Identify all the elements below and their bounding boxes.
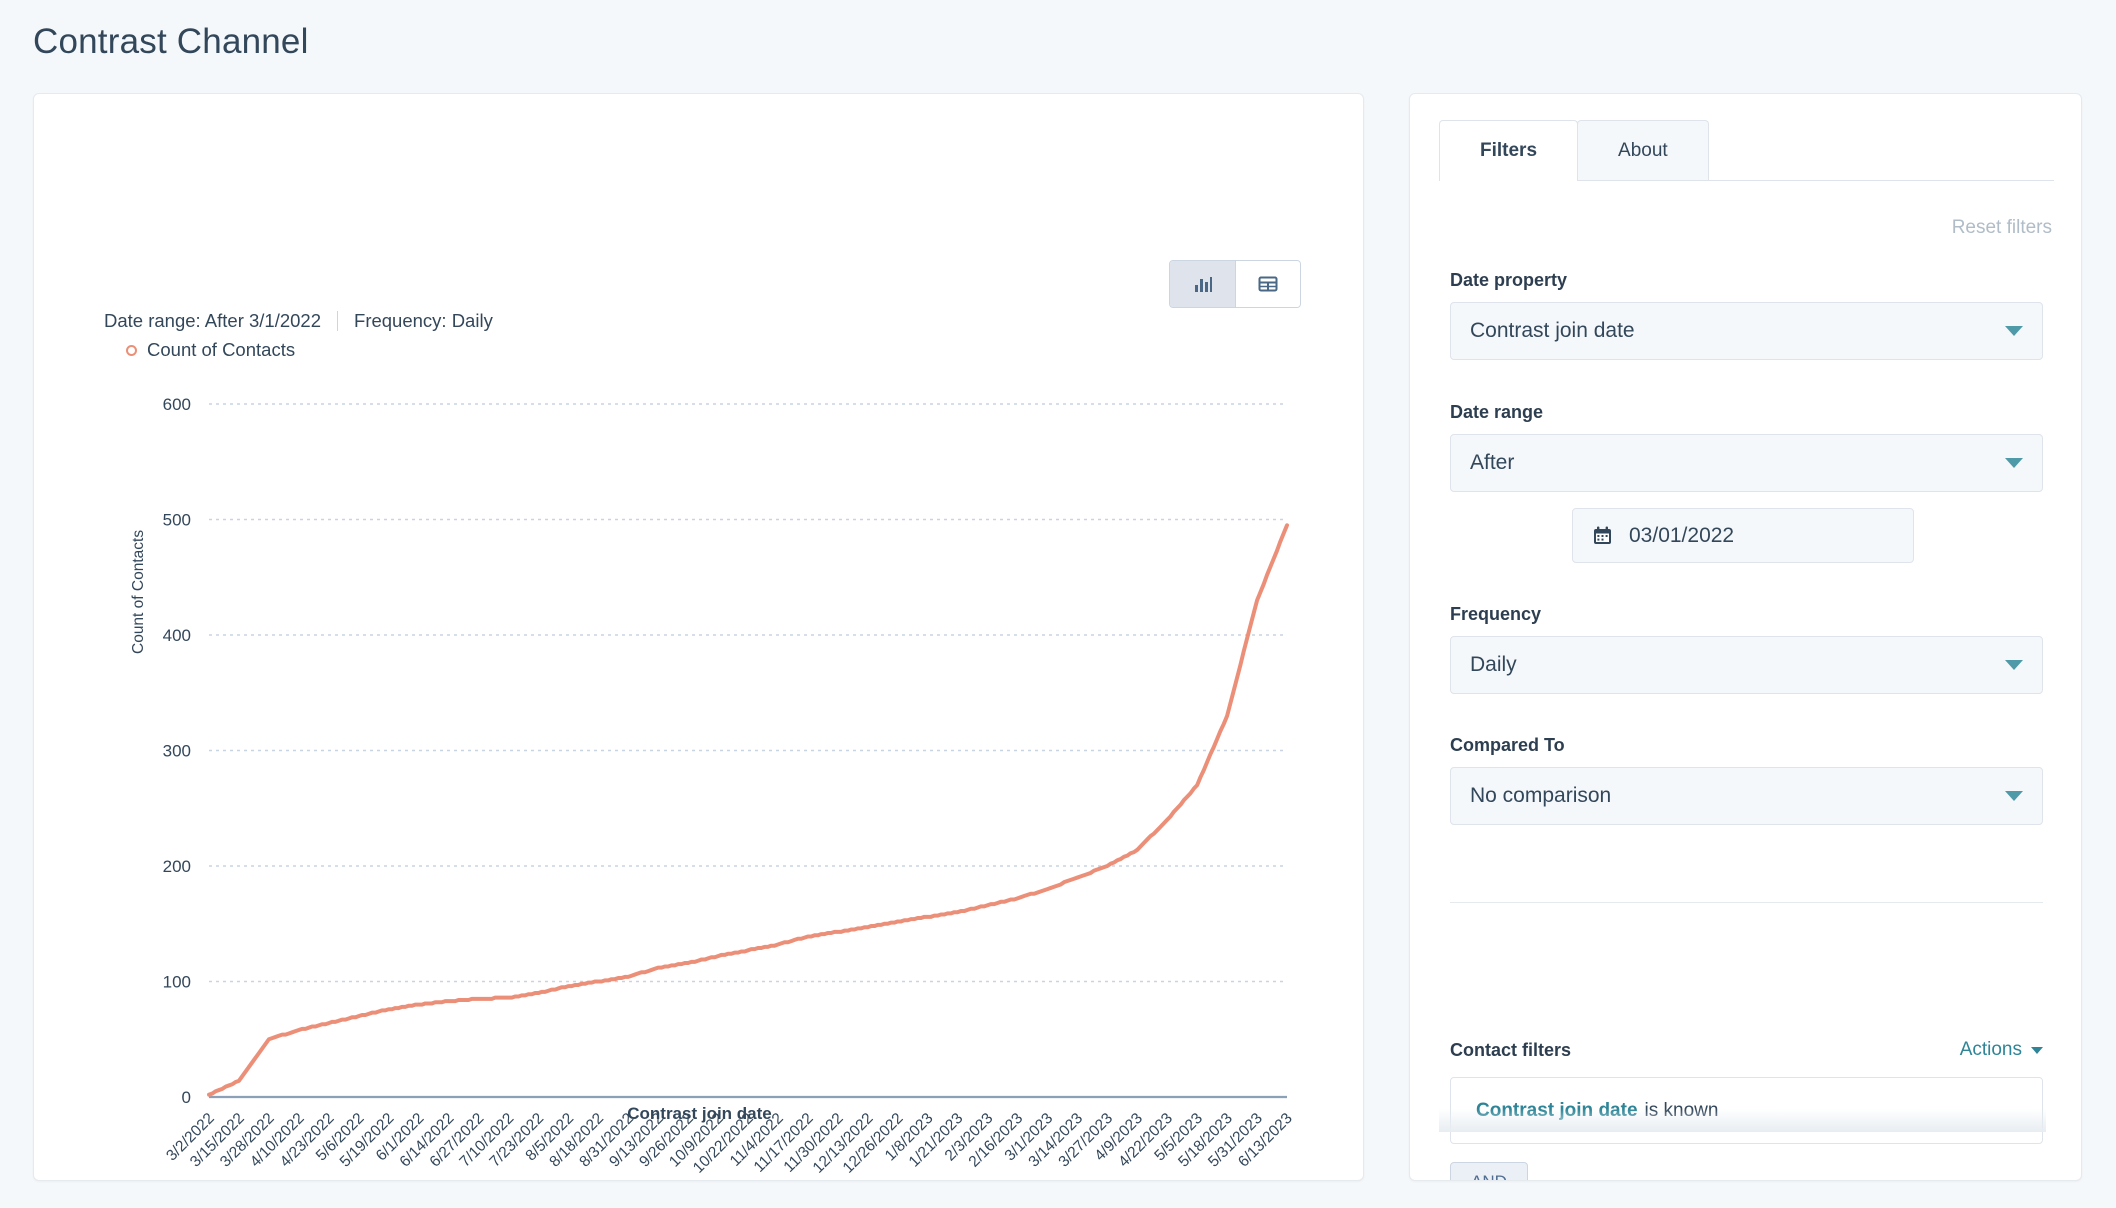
contact-filters-title: Contact filters [1450,1039,1572,1060]
chevron-down-icon [2005,660,2023,670]
app-root: Contrast Channel Date range: After 3/1/2… [0,0,2116,1208]
date-range-label: Date range [1450,402,1544,422]
chart-date-range-text: Date range: After 3/1/2022 [104,310,322,331]
chart-meta: Date range: After 3/1/2022 Frequency: Da… [104,310,493,332]
panel-tabs: Filters About [1439,120,2054,181]
compared-to-label: Compared To [1450,735,1565,755]
tab-about[interactable]: About [1577,120,1709,180]
table-icon [1257,273,1279,295]
svg-text:200: 200 [163,857,191,876]
chart-view-button[interactable] [1170,261,1235,307]
chevron-down-icon [2031,1046,2043,1054]
and-operator-button[interactable]: AND [1450,1162,1528,1180]
field-date-property: Date property Contrast join date [1450,270,2043,360]
chevron-down-icon [2005,791,2023,801]
frequency-value: Daily [1470,653,1517,676]
calendar-icon [1592,525,1613,546]
legend-label: Count of Contacts [147,339,296,360]
contact-filters-header: Contact filters Actions [1450,1039,2043,1061]
chart-card: Date range: After 3/1/2022 Frequency: Da… [33,93,1364,1181]
date-value-input[interactable]: 03/01/2022 [1572,508,1914,563]
svg-text:300: 300 [163,742,191,761]
compared-to-value: No comparison [1470,784,1612,807]
chevron-down-icon [2005,326,2023,336]
field-frequency: Frequency Daily [1450,604,2043,694]
svg-text:400: 400 [163,626,191,645]
date-property-value: Contrast join date [1470,319,1635,342]
chart-plot-area: 0 100 200 300 400 500 600 3/2/2022 3/15/2022 3/28… [34,94,1365,1182]
filter-property-name: Contrast join date [1476,1099,1638,1121]
date-property-select[interactable]: Contrast join date [1450,302,2043,360]
svg-text:500: 500 [163,511,191,530]
field-date-range: Date range After 03/01/2022 [1450,402,2043,587]
date-property-label: Date property [1450,270,1568,290]
contact-filters-actions-button[interactable]: Actions [1960,1039,2043,1061]
actions-label: Actions [1959,1039,2022,1060]
filter-condition: is known [1644,1099,1719,1121]
contact-filter-row[interactable]: Contrast join date is known [1450,1077,2043,1144]
chart-legend[interactable]: Count of Contacts [126,339,295,361]
chart-frequency-text: Frequency: Daily [354,310,493,331]
line-chart-svg: 01002003004005006003/2/20223/15/20223/28… [163,395,1296,1177]
frequency-select[interactable]: Daily [1450,636,2043,694]
legend-marker-icon [126,344,137,356]
chart-view-toolbar [1169,260,1301,308]
y-axis-title: Count of Contacts [130,529,147,654]
page-title: Contrast Channel [33,22,309,61]
frequency-label: Frequency [1450,604,1542,624]
svg-text:100: 100 [163,973,191,992]
reset-filters-button[interactable]: Reset filters [1952,217,2052,239]
date-range-select[interactable]: After [1450,434,2043,492]
x-axis-title: Contrast join date [627,1104,772,1123]
date-value-text: 03/01/2022 [1629,523,1735,547]
table-view-button[interactable] [1235,261,1300,307]
chevron-down-icon [2005,458,2023,468]
tab-filters[interactable]: Filters [1439,120,1579,181]
bar-chart-icon [1192,273,1214,295]
svg-text:600: 600 [163,395,191,414]
section-divider [1450,902,2043,903]
filters-card: Filters About Reset filters Date propert… [1409,93,2082,1181]
compared-to-select[interactable]: No comparison [1450,767,2043,825]
meta-divider [337,311,339,331]
field-compared-to: Compared To No comparison [1450,735,2043,825]
date-range-value: After [1470,451,1515,474]
